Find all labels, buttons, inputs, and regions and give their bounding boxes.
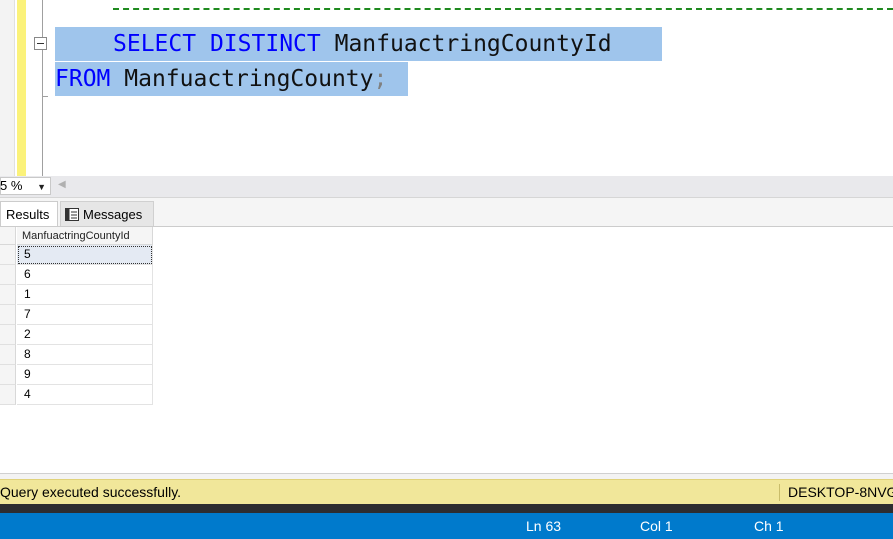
- grid-cell[interactable]: 7: [17, 305, 153, 325]
- window-divider: [0, 504, 893, 513]
- row-header[interactable]: [0, 245, 16, 265]
- code-line-from[interactable]: FROM ManfuactringCounty;: [55, 62, 408, 96]
- tab-results-label: Results: [6, 207, 50, 222]
- tab-messages-label: Messages: [83, 207, 143, 222]
- results-grid[interactable]: ManfuactringCountyId 5 6 1 7 2 8 9 4: [0, 227, 893, 473]
- row-header[interactable]: [0, 265, 16, 285]
- grid-cell[interactable]: 8: [17, 345, 153, 365]
- grid-cell[interactable]: 5: [17, 245, 153, 265]
- editor-gutter: [0, 0, 15, 176]
- tab-results[interactable]: Results: [0, 201, 58, 226]
- outline-end-tick: [42, 96, 48, 97]
- query-status-message: Query executed successfully.: [0, 484, 182, 500]
- grid-cell[interactable]: 2: [17, 325, 153, 345]
- statement-terminator: ;: [373, 66, 388, 92]
- chevron-down-icon[interactable]: ▼: [37, 179, 46, 195]
- app-status-bar: Ln 63 Col 1 Ch 1: [0, 513, 893, 539]
- row-header[interactable]: [0, 385, 16, 405]
- tab-messages[interactable]: Messages: [60, 201, 154, 226]
- column-manfuactringcountyid: ManfuactringCountyId 5 6 1 7 2 8 9 4: [17, 227, 153, 405]
- row-header[interactable]: [0, 365, 16, 385]
- char-indicator: Ch 1: [754, 518, 784, 534]
- messages-icon: [65, 208, 79, 221]
- row-number-column: [0, 227, 16, 405]
- grid-cell[interactable]: 9: [17, 365, 153, 385]
- grid-corner[interactable]: [0, 227, 16, 245]
- grid-cell[interactable]: 4: [17, 385, 153, 405]
- column-identifier: ManfuactringCountyId: [334, 31, 612, 57]
- change-tracking-bar: [17, 0, 26, 176]
- outline-guide: [42, 0, 43, 176]
- keyword-distinct: DISTINCT: [209, 31, 321, 57]
- editor-horizontal-bar: 5 % ▼ ◀: [0, 176, 893, 198]
- column-header[interactable]: ManfuactringCountyId: [17, 227, 153, 245]
- row-header[interactable]: [0, 305, 16, 325]
- line-indicator: Ln 63: [526, 518, 562, 534]
- row-header[interactable]: [0, 345, 16, 365]
- grid-cell[interactable]: 1: [17, 285, 153, 305]
- zoom-dropdown[interactable]: 5 % ▼: [0, 177, 51, 195]
- row-header[interactable]: [0, 285, 16, 305]
- keyword-from: FROM: [55, 66, 111, 92]
- scroll-left-icon[interactable]: ◀: [58, 179, 66, 190]
- query-status-bar: Query executed successfully. DESKTOP-8NV…: [0, 479, 893, 504]
- results-tabs: Results Messages: [0, 198, 893, 227]
- table-identifier: ManfuactringCounty: [124, 66, 374, 92]
- statement-separator: [113, 8, 893, 10]
- query-editor[interactable]: SELECT DISTINCT ManfuactringCountyId FRO…: [0, 0, 893, 176]
- status-divider: [779, 484, 780, 501]
- code-line-select[interactable]: SELECT DISTINCT ManfuactringCountyId: [55, 27, 662, 61]
- column-indicator: Col 1: [640, 518, 673, 534]
- row-header[interactable]: [0, 325, 16, 345]
- server-name: DESKTOP-8NVG: [788, 484, 893, 500]
- collapse-icon[interactable]: [34, 37, 47, 50]
- keyword-select: SELECT: [113, 31, 197, 57]
- grid-cell[interactable]: 6: [17, 265, 153, 285]
- zoom-value: 5 %: [0, 178, 23, 193]
